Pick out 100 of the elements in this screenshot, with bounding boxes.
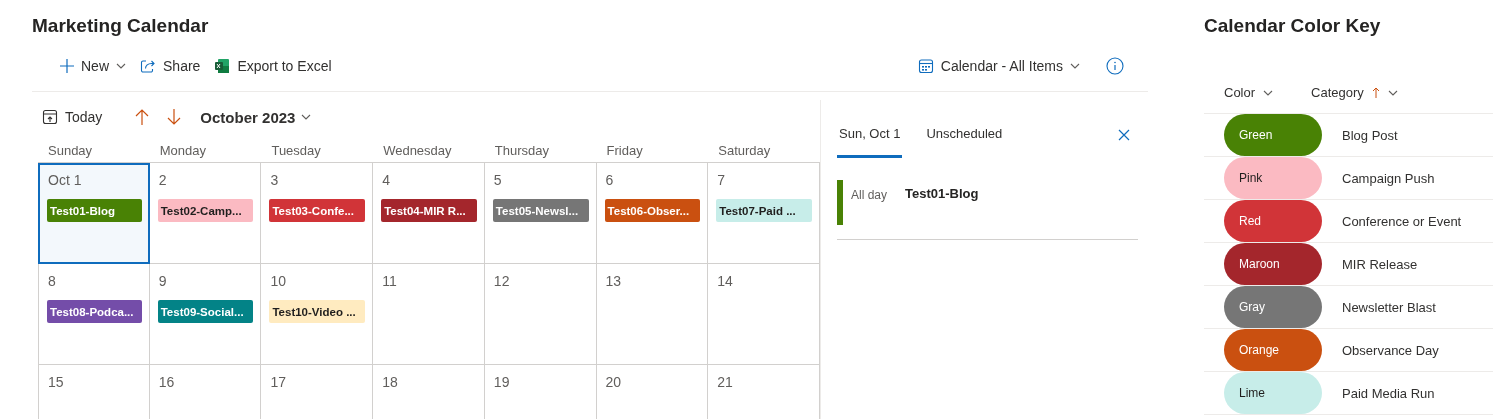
calendar-icon — [917, 57, 934, 74]
weekday-label: Monday — [158, 142, 207, 160]
date-number: 17 — [269, 373, 286, 391]
date-number: Oct 1 — [47, 171, 82, 189]
column-header[interactable]: Category — [1293, 85, 1398, 100]
info-icon — [1106, 56, 1124, 75]
today-button[interactable]: Today — [42, 105, 109, 129]
spreadsheet-icon — [214, 57, 231, 74]
panel-tab[interactable]: Sun, Oct 1 — [837, 112, 903, 158]
event-chip[interactable]: Test05-Newsl... — [492, 199, 589, 222]
day-cell[interactable]: 6 Test06-Obser... — [596, 163, 709, 264]
excel-button[interactable]: Export to Excel — [214, 53, 338, 78]
category-text: Campaign Push — [1342, 170, 1435, 186]
date-number: 8 — [47, 272, 56, 290]
day-cell[interactable]: 8 Test08-Podca... — [38, 264, 150, 365]
new-button[interactable]: New — [60, 53, 132, 78]
event-title[interactable]: Test01-Blog — [905, 186, 979, 201]
calendar-today-icon — [42, 109, 58, 125]
event-chip[interactable]: Test10-Video ... — [269, 300, 366, 323]
day-cell[interactable]: 11 — [373, 264, 485, 365]
color-pill: Red — [1224, 200, 1322, 242]
date-number: 4 — [381, 171, 390, 189]
day-cell[interactable]: 13 — [596, 264, 709, 365]
section-title: Calendar Color Key — [1204, 14, 1381, 38]
date-number: 19 — [492, 373, 510, 391]
day-cell[interactable]: 18 — [373, 365, 485, 419]
date-number: 11 — [381, 272, 397, 290]
day-cell[interactable]: 10 Test10-Video ... — [261, 264, 374, 365]
day-cell[interactable]: 15 — [38, 365, 150, 419]
weekday-label: Saturday — [717, 142, 772, 160]
date-number: 10 — [269, 272, 286, 290]
color-pill: Pink — [1224, 157, 1322, 199]
event-chip[interactable]: Test06-Obser... — [604, 199, 701, 222]
share-icon — [140, 57, 156, 74]
chevron-down-icon — [1263, 89, 1274, 96]
color-pill: Orange — [1224, 329, 1322, 371]
color-pill: Lime — [1224, 372, 1322, 414]
date-number: 7 — [716, 171, 726, 189]
category-text: Conference or Event — [1342, 213, 1462, 229]
day-cell[interactable]: 3 Test03-Confe... — [261, 163, 374, 264]
color-pill: Green — [1224, 114, 1322, 156]
day-cell[interactable]: 17 — [261, 365, 374, 419]
day-cell[interactable]: 9 Test09-Social... — [149, 264, 262, 365]
weekday-label: Thursday — [493, 142, 551, 160]
color-pill: Maroon — [1224, 243, 1322, 285]
share-button[interactable]: Share — [140, 53, 207, 78]
close-icon — [1118, 129, 1130, 141]
day-cell[interactable]: Oct 1 Test01-Blog — [38, 163, 150, 264]
date-number: 5 — [492, 171, 502, 189]
event-time: All day — [851, 188, 889, 202]
day-cell[interactable]: 21 — [708, 365, 820, 419]
event-chip[interactable]: Test02-Camp... — [157, 199, 254, 222]
date-number: 16 — [157, 373, 175, 391]
arrow-up-icon — [134, 108, 151, 126]
event-chip[interactable]: Test08-Podca... — [47, 300, 142, 323]
month-selector[interactable]: October 2023 — [200, 108, 312, 126]
day-cell[interactable]: 20 — [596, 365, 709, 419]
page-title: Marketing Calendar — [32, 14, 209, 38]
date-number: 13 — [604, 272, 622, 290]
day-cell[interactable]: 12 — [484, 264, 597, 365]
date-number: 12 — [492, 272, 510, 290]
category-text: Observance Day — [1342, 342, 1439, 358]
view-selector[interactable]: Calendar - All Items — [917, 53, 1086, 78]
category-text: MIR Release — [1342, 256, 1418, 272]
day-cell[interactable]: 2 Test02-Camp... — [149, 163, 262, 264]
event-chip[interactable]: Test03-Confe... — [269, 199, 366, 222]
date-number: 9 — [157, 272, 167, 290]
chevron-down-icon — [1387, 89, 1398, 96]
weekday-label: Sunday — [47, 142, 94, 160]
date-number: 21 — [716, 373, 733, 391]
date-number: 18 — [381, 373, 398, 391]
category-text: Newsletter Blast — [1342, 299, 1436, 315]
day-cell[interactable]: 19 — [484, 365, 597, 419]
day-cell[interactable]: 16 — [149, 365, 262, 419]
category-text: Blog Post — [1342, 127, 1398, 143]
category-text: Paid Media Run — [1342, 385, 1435, 401]
day-cell[interactable]: 14 — [708, 264, 820, 365]
event-chip[interactable]: Test09-Social... — [157, 300, 254, 323]
column-header[interactable]: Color — [1204, 85, 1274, 100]
day-cell[interactable]: 4 Test04-MIR R... — [373, 163, 485, 264]
date-number: 6 — [604, 171, 614, 189]
chevron-down-icon — [1070, 62, 1080, 69]
chevron-down-icon — [301, 114, 312, 120]
date-number: 2 — [157, 171, 167, 189]
event-chip[interactable]: Test04-MIR R... — [381, 199, 477, 222]
plus-icon — [60, 58, 74, 73]
date-number: 14 — [716, 272, 733, 290]
arrow-down-icon — [166, 108, 183, 126]
date-number: 20 — [604, 373, 622, 391]
date-number: 3 — [269, 171, 279, 189]
date-number: 15 — [47, 373, 64, 391]
day-cell[interactable]: 7 Test07-Paid ... — [708, 163, 820, 264]
event-chip[interactable]: Test01-Blog — [47, 199, 142, 222]
event-chip[interactable]: Test07-Paid ... — [716, 199, 812, 222]
weekday-label: Friday — [605, 142, 644, 160]
panel-tab[interactable]: Unscheduled — [924, 112, 1005, 158]
weekday-label: Tuesday — [270, 142, 322, 160]
color-pill: Gray — [1224, 286, 1322, 328]
chevron-down-icon — [116, 62, 126, 69]
day-cell[interactable]: 5 Test05-Newsl... — [484, 163, 597, 264]
